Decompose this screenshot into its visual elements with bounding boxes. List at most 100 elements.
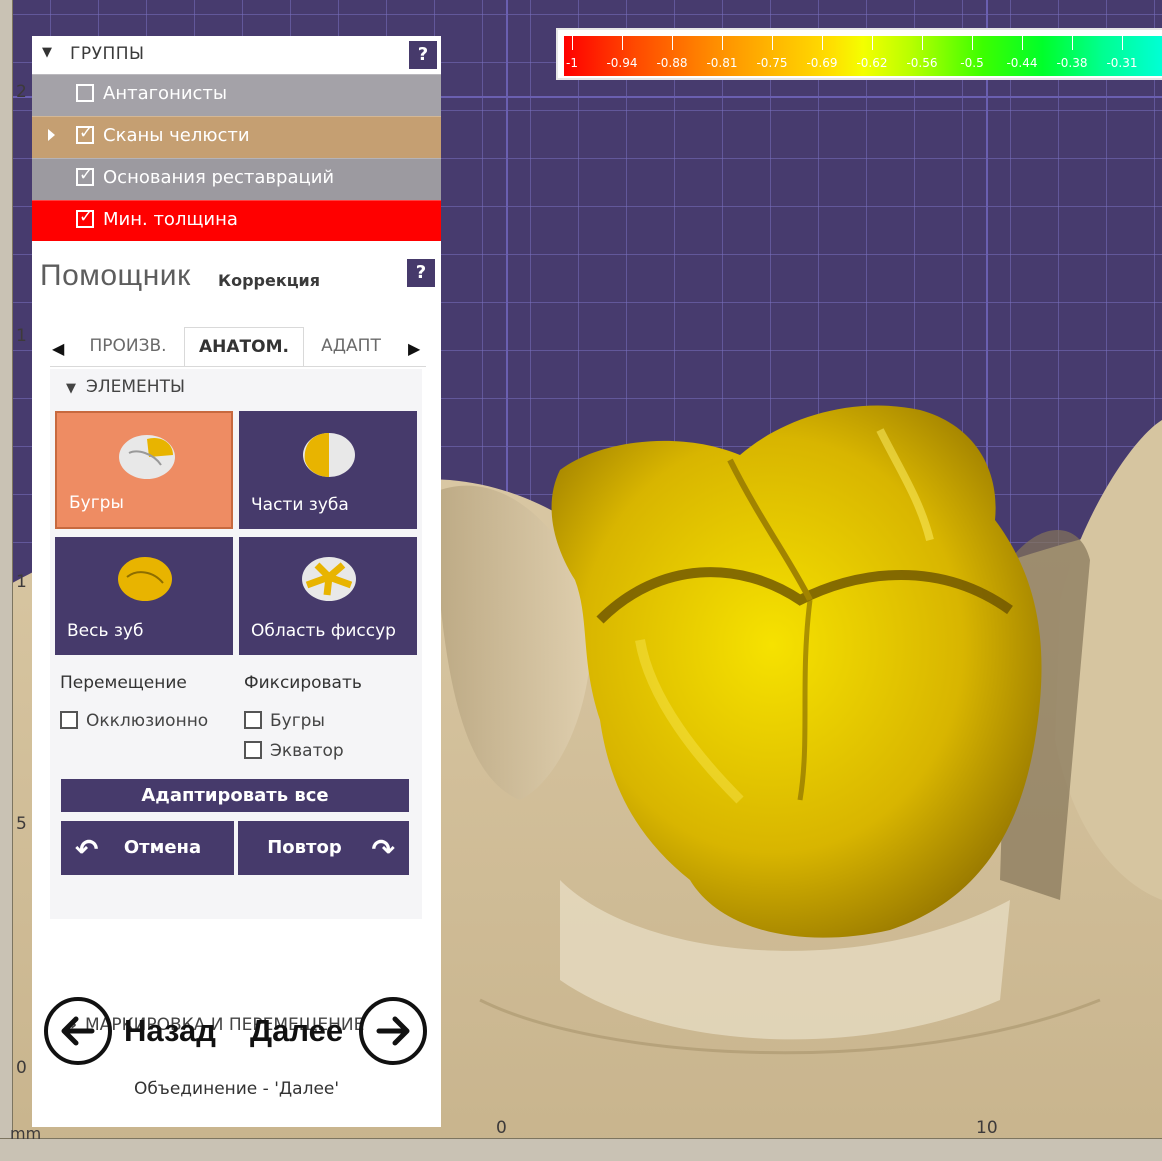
checkbox[interactable] [76,165,94,186]
tile-cusps[interactable]: Бугры [55,411,233,529]
back-button[interactable] [44,997,112,1065]
undo-icon: ↶ [75,833,99,866]
color-scale-label: -0.56 [906,56,938,70]
ruler-label: 2 [16,82,27,102]
checkbox[interactable] [244,741,262,759]
redo-icon: ↷ [371,833,395,866]
color-scale-label: -0.44 [1006,56,1038,70]
color-scale-label: -0.94 [606,56,638,70]
tab-scroll-left-icon[interactable]: ◀ [52,339,64,358]
next-label[interactable]: Далее [250,1013,343,1049]
color-scale-tick [772,36,773,50]
color-scale-tick [1072,36,1073,50]
fix-equator-checkbox[interactable]: Экватор [244,741,344,761]
tab-scroll-right-icon[interactable]: ▶ [408,339,420,358]
redo-button[interactable]: Повтор ↷ [238,821,409,875]
ruler-label: 1 [16,572,27,592]
groups-title: ГРУППЫ [70,44,145,64]
tile-label: Весь зуб [67,621,144,641]
tile-whole-tooth[interactable]: Весь зуб [55,537,233,655]
footer-hint: Объединение - 'Далее' [133,1079,340,1099]
group-row-min-thickness[interactable]: Мин. толщина [32,200,441,242]
group-row-jaw-scans[interactable]: Сканы челюсти [32,116,441,158]
color-scale-tick [722,36,723,50]
color-scale-tick [1122,36,1123,50]
chevron-down-icon: ▼ [42,45,52,60]
tooth-parts-icon [303,433,355,477]
bottom-ruler [0,1138,1162,1161]
fissure-area-icon [302,557,356,601]
color-scale-tick [922,36,923,50]
ruler-label: 1 [16,326,27,346]
elements-section: ▼ ЭЛЕМЕНТЫ Бугры Части зуба Весь зуб Обл… [50,369,422,1035]
tab-production[interactable]: ПРОИЗВ. [78,327,178,365]
tile-label: Область фиссур [251,621,396,641]
group-label: Основания реставраций [103,167,335,188]
chevron-down-icon: ▼ [66,381,76,396]
groups-header[interactable]: ▼ ГРУППЫ ? [32,36,441,74]
assistant-subtitle: Коррекция [218,271,321,290]
checkbox[interactable] [244,711,262,729]
groups-panel: ▼ ГРУППЫ ? Антагонисты Сканы челюсти Осн… [32,36,441,242]
tab-adapt[interactable]: АДАПТ [308,327,394,365]
undo-button[interactable]: ↶ Отмена [61,821,234,875]
color-scale-label: -0.62 [856,56,888,70]
checkbox[interactable] [60,711,78,729]
color-scale-label: -0.75 [756,56,788,70]
cusps-tooth-icon [119,435,175,479]
color-scale-label: -0.38 [1056,56,1088,70]
group-label: Антагонисты [103,83,228,104]
color-scale-label: -0.81 [706,56,738,70]
ruler-label: 0 [496,1118,507,1138]
wizard-nav: Назад Далее [32,993,441,1073]
tile-label: Бугры [69,493,124,513]
group-row-antagonists[interactable]: Антагонисты [32,74,441,116]
ruler-label: 5 [16,814,27,834]
tile-tooth-parts[interactable]: Части зуба [239,411,417,529]
checkbox[interactable] [76,207,94,228]
group-label: Мин. толщина [103,209,238,230]
color-scale-label: -0.69 [806,56,838,70]
tile-fissure-area[interactable]: Область фиссур [239,537,417,655]
fix-header: Фиксировать [244,673,362,693]
color-scale-tick [972,36,973,50]
next-button[interactable] [359,997,427,1065]
color-scale-tick [572,36,573,50]
color-scale-label: -0.88 [656,56,688,70]
color-scale-tick [872,36,873,50]
tile-label: Части зуба [251,495,349,515]
color-scale-label: -0.5 [960,56,984,70]
tab-anatomy[interactable]: АНАТОМ. [184,327,304,366]
left-ruler [0,0,13,1161]
color-scale-labels: -1 -0.94 -0.88 -0.81 -0.75 -0.69 -0.62 -0.56 -0.… [564,56,1162,72]
group-label: Сканы челюсти [103,125,250,146]
ruler-label: 10 [976,1118,998,1138]
group-row-restoration-bases[interactable]: Основания реставраций [32,158,441,200]
thickness-color-scale: -1 -0.94 -0.88 -0.81 -0.75 -0.69 -0.62 -0.56 -0.… [556,28,1162,80]
color-scale-tick [672,36,673,50]
checkbox[interactable] [76,123,94,144]
occlusal-checkbox[interactable]: Окклюзионно [60,711,208,731]
color-scale-tick [822,36,823,50]
arrow-right-icon [376,1016,410,1046]
color-scale-tick [622,36,623,50]
move-header: Перемещение [60,673,187,693]
adapt-all-button[interactable]: Адаптировать все [61,779,409,812]
expand-arrow-icon[interactable] [48,129,55,141]
ruler-label: 0 [16,1058,27,1078]
color-scale-tick [1022,36,1023,50]
assistant-panel: Помощник Коррекция ? ◀ ПРОИЗВ. АНАТОМ. А… [32,241,441,1127]
tab-bar: ◀ ПРОИЗВ. АНАТОМ. АДАПТ ▶ [46,327,426,367]
tab-underline [50,366,426,367]
whole-tooth-icon [118,557,172,601]
back-label[interactable]: Назад [124,1013,216,1049]
assistant-help-button[interactable]: ? [407,259,435,287]
assistant-title: Помощник [40,259,191,292]
elements-header[interactable]: ▼ ЭЛЕМЕНТЫ [66,377,185,397]
color-scale-label: -0.31 [1106,56,1138,70]
arrow-left-icon [61,1016,95,1046]
checkbox[interactable] [76,84,94,102]
fix-cusps-checkbox[interactable]: Бугры [244,711,325,731]
color-scale-label: -1 [566,56,578,70]
groups-help-button[interactable]: ? [409,41,437,69]
